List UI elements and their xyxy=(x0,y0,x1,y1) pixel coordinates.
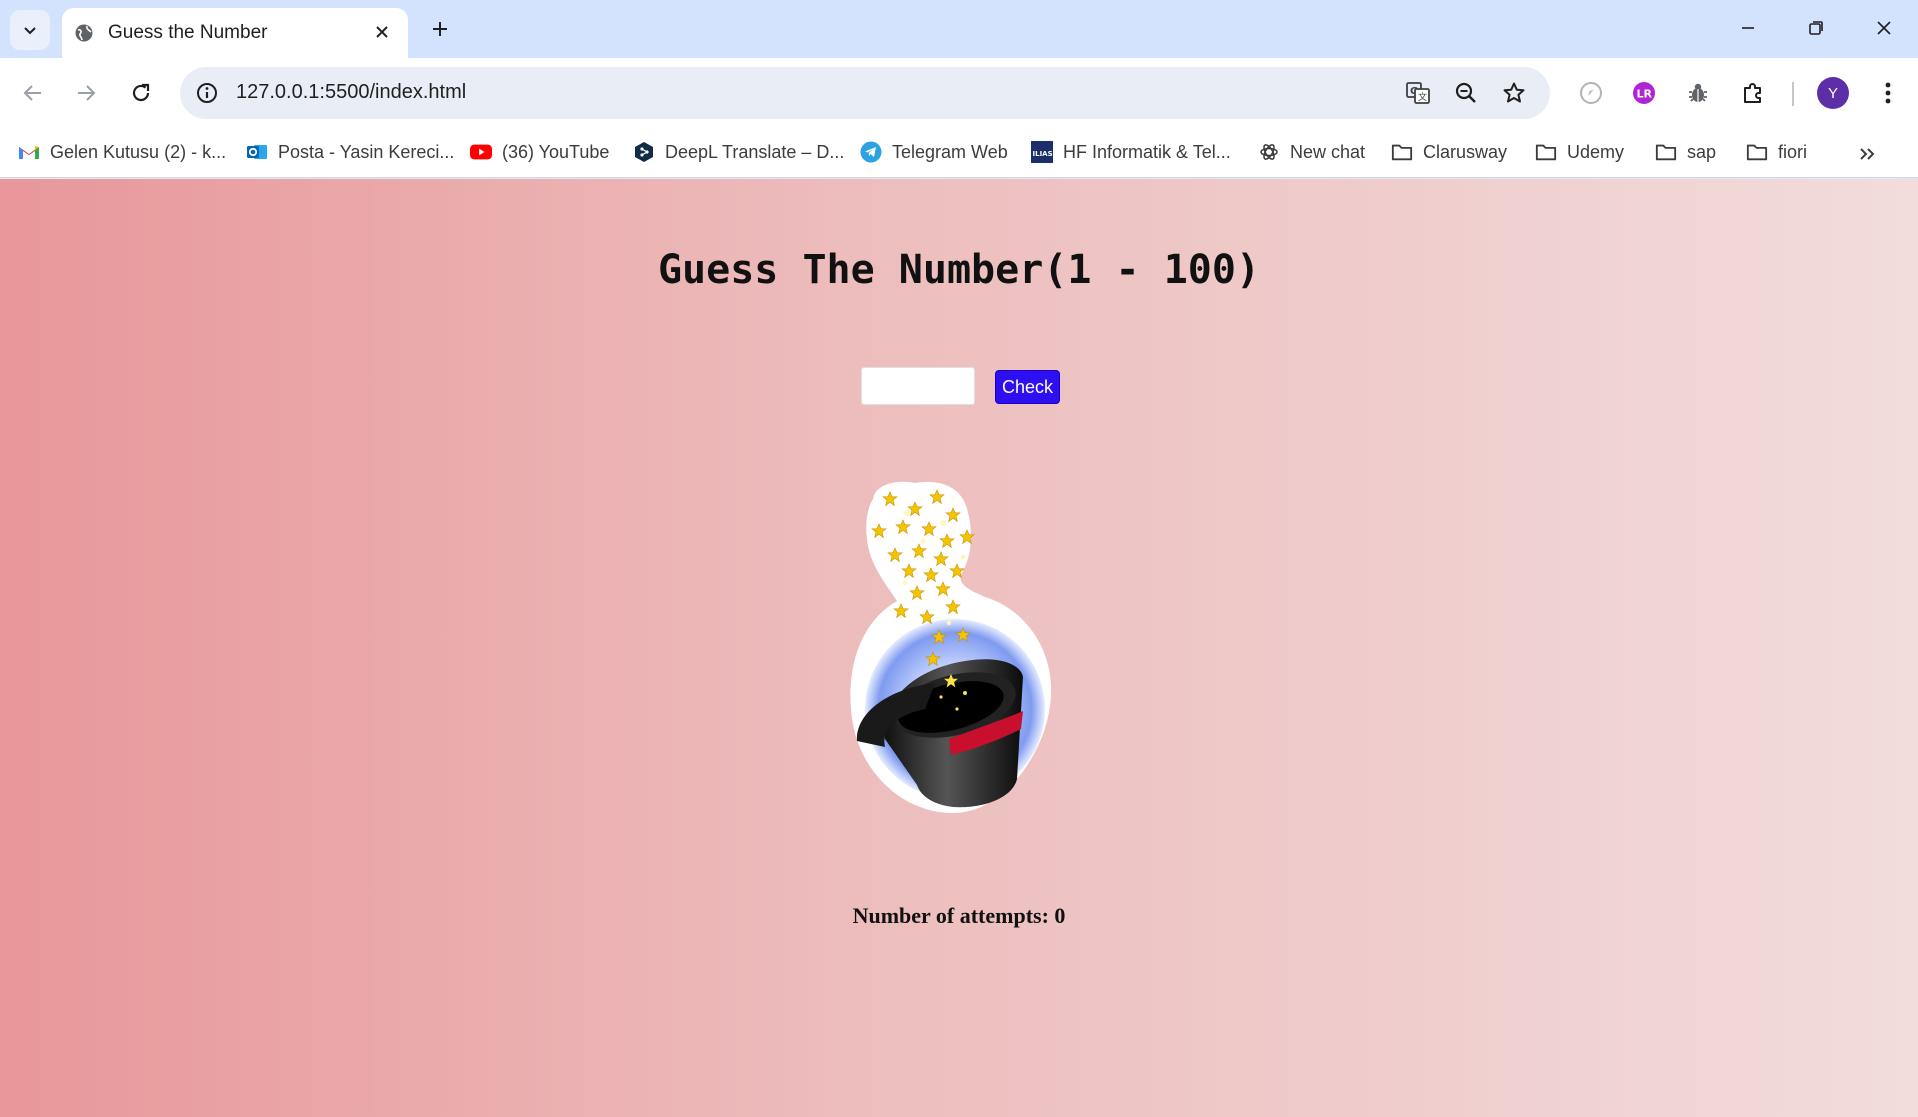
star-icon xyxy=(1503,82,1525,103)
close-window-button[interactable] xyxy=(1864,8,1904,48)
bookmark-label: New chat xyxy=(1290,141,1366,162)
zoom-out-icon xyxy=(1455,82,1476,103)
magic-hat-icon xyxy=(850,481,1052,813)
bug-icon xyxy=(1689,83,1707,102)
address-bar[interactable]: 127.0.0.1:5500/index.html G文 xyxy=(180,67,1550,119)
bookmark-new-chat[interactable]: New chat xyxy=(1258,137,1365,167)
bookmark-label: HF Informatik & Tel... xyxy=(1063,141,1231,162)
bookmark-label: Gelen Kutusu (2) - k... xyxy=(50,141,227,162)
svg-text:ILIAS: ILIAS xyxy=(1033,150,1053,158)
bookmark-outlook[interactable]: Posta - Yasin Kereci... xyxy=(246,137,454,167)
reload-button[interactable] xyxy=(121,73,161,113)
globe-icon xyxy=(75,24,93,42)
deepl-icon xyxy=(633,141,655,163)
arrow-right-icon xyxy=(78,85,96,101)
active-tab[interactable]: Guess the Number xyxy=(62,8,408,58)
svg-text:文: 文 xyxy=(1418,91,1427,103)
forward-button[interactable] xyxy=(66,73,106,113)
bookmark-label: Udemy xyxy=(1567,141,1625,162)
translate-button[interactable]: G文 xyxy=(1402,77,1434,109)
reload-icon xyxy=(132,83,150,102)
profile-avatar[interactable]: Y xyxy=(1817,77,1849,109)
bookmark-label: DeepL Translate – D... xyxy=(665,141,845,162)
svg-text:LR: LR xyxy=(1637,88,1653,101)
bookmark-folder-fiori[interactable]: fiori xyxy=(1746,137,1807,167)
restore-button[interactable] xyxy=(1796,8,1836,48)
bookmark-youtube[interactable]: (36) YouTube xyxy=(470,137,609,167)
gmail-icon xyxy=(18,141,40,163)
folder-icon xyxy=(1535,141,1557,163)
bookmark-label: Telegram Web xyxy=(892,141,1008,162)
bookmark-deepl[interactable]: DeepL Translate – D... xyxy=(633,137,844,167)
bookmark-gmail[interactable]: Gelen Kutusu (2) - k... xyxy=(18,137,226,167)
bookmark-label: (36) YouTube xyxy=(502,141,610,162)
bookmark-label: Clarusway xyxy=(1423,141,1508,162)
language-reactor-icon: LR xyxy=(1633,82,1655,104)
folder-icon xyxy=(1391,141,1413,163)
page-body: Guess The Number(1 - 100) Check Number o… xyxy=(0,179,1918,1117)
extensions-button[interactable] xyxy=(1735,75,1771,111)
bookmark-label: fiori xyxy=(1778,141,1808,162)
chatgpt-icon xyxy=(1258,141,1280,163)
plus-icon xyxy=(433,22,447,36)
compass-icon xyxy=(1580,82,1602,104)
page-title: Guess The Number(1 - 100) xyxy=(657,247,1261,293)
bookmark-telegram[interactable]: Telegram Web xyxy=(860,137,1008,167)
extension-bug[interactable] xyxy=(1680,75,1716,111)
ilias-icon: ILIAS xyxy=(1031,141,1053,163)
close-icon xyxy=(376,26,388,38)
attempts-counter: Number of attempts: 0 xyxy=(852,903,1066,928)
bookmark-folder-clarusway[interactable]: Clarusway xyxy=(1391,137,1507,167)
new-tab-button[interactable] xyxy=(424,13,456,45)
toolbar-separator xyxy=(1792,82,1794,106)
chevron-down-icon xyxy=(24,27,36,35)
more-vert-icon xyxy=(1885,82,1891,104)
telegram-icon xyxy=(860,141,882,163)
minimize-icon xyxy=(1742,27,1754,29)
youtube-icon xyxy=(470,141,492,163)
url-text[interactable]: 127.0.0.1:5500/index.html xyxy=(236,81,466,104)
minimize-button[interactable] xyxy=(1728,8,1768,48)
outlook-icon xyxy=(246,141,268,163)
browser-menu-button[interactable] xyxy=(1872,75,1904,111)
folder-icon xyxy=(1655,141,1677,163)
extension-compass[interactable] xyxy=(1573,75,1609,111)
site-info-button[interactable] xyxy=(192,78,222,108)
bookmark-label: Posta - Yasin Kereci... xyxy=(278,141,455,162)
bookmark-folder-udemy[interactable]: Udemy xyxy=(1535,137,1624,167)
browser-toolbar: 127.0.0.1:5500/index.html G文 LR Y xyxy=(0,58,1918,128)
more-bookmarks-button[interactable] xyxy=(1852,141,1882,167)
folder-icon xyxy=(1746,141,1768,163)
tab-close-button[interactable] xyxy=(370,20,394,44)
puzzle-icon xyxy=(1744,83,1761,103)
bookmark-star-button[interactable] xyxy=(1498,77,1530,109)
extension-lr[interactable]: LR xyxy=(1626,75,1662,111)
tab-title: Guess the Number xyxy=(108,22,268,43)
close-icon xyxy=(1877,21,1891,35)
info-icon xyxy=(197,83,217,103)
bookmark-folder-sap[interactable]: sap xyxy=(1655,137,1716,167)
bookmark-label: sap xyxy=(1687,141,1717,162)
zoom-button[interactable] xyxy=(1450,77,1482,109)
translate-icon: G文 xyxy=(1406,82,1430,104)
back-button[interactable] xyxy=(13,73,53,113)
arrow-left-icon xyxy=(23,85,41,101)
guess-input[interactable] xyxy=(861,367,975,405)
restore-icon xyxy=(1809,21,1823,35)
check-button[interactable]: Check xyxy=(995,370,1060,404)
tab-strip: Guess the Number xyxy=(0,0,1918,58)
bookmarks-bar: Gelen Kutusu (2) - k... Posta - Yasin Ke… xyxy=(0,128,1918,178)
bookmark-hf-informatik[interactable]: ILIAS HF Informatik & Tel... xyxy=(1031,137,1231,167)
tab-search-button[interactable] xyxy=(10,10,50,50)
double-chevron-right-icon xyxy=(1860,148,1875,160)
